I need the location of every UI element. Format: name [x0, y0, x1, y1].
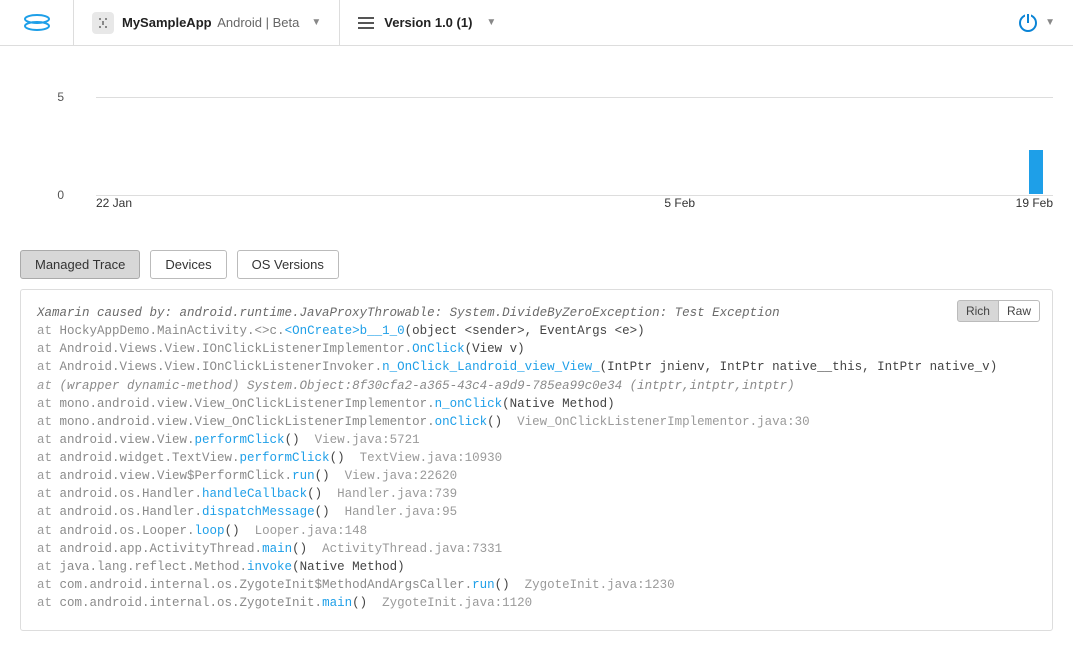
chevron-down-icon: ▼ [1045, 17, 1055, 28]
account-menu[interactable]: ▼ [1001, 14, 1073, 32]
trace-line: at (wrapper dynamic-method) System.Objec… [37, 377, 1036, 395]
crash-chart: 5 0 22 Jan 5 Feb 19 Feb [0, 46, 1073, 214]
y-tick-5: 5 [57, 90, 64, 104]
trace-line: at Android.Views.View.IOnClickListenerIm… [37, 340, 1036, 358]
brand-logo[interactable] [0, 0, 74, 45]
mode-raw-button[interactable]: Raw [998, 300, 1040, 322]
trace-line: at android.os.Handler.dispatchMessage() … [37, 503, 1036, 521]
menu-icon [358, 17, 374, 29]
x-label-0: 22 Jan [96, 196, 132, 210]
trace-line: at android.os.Looper.loop() Looper.java:… [37, 522, 1036, 540]
x-label-1: 5 Feb [664, 196, 695, 210]
app-icon [92, 12, 114, 34]
chart-bar-19feb [1029, 150, 1043, 194]
trace-mode-toggle: Rich Raw [957, 300, 1040, 322]
tab-devices[interactable]: Devices [150, 250, 226, 279]
app-selector[interactable]: MySampleApp Android | Beta ▼ [74, 0, 340, 45]
hockeyapp-logo-icon [23, 13, 51, 33]
version-selector[interactable]: Version 1.0 (1) ▼ [340, 0, 514, 45]
chevron-down-icon: ▼ [486, 17, 496, 28]
trace-line: at com.android.internal.os.ZygoteInit.ma… [37, 594, 1036, 612]
trace-line: at android.view.View$PerformClick.run() … [37, 467, 1036, 485]
mode-rich-button[interactable]: Rich [957, 300, 999, 322]
trace-line: at android.widget.TextView.performClick(… [37, 449, 1036, 467]
trace-line: at HockyAppDemo.MainActivity.<>c.<OnCrea… [37, 322, 1036, 340]
trace-line: at android.view.View.performClick() View… [37, 431, 1036, 449]
trace-tabs: Managed Trace Devices OS Versions [0, 214, 1073, 289]
app-name: MySampleApp [122, 15, 212, 30]
app-platform: Android | Beta [217, 15, 299, 30]
trace-line: at com.android.internal.os.ZygoteInit$Me… [37, 576, 1036, 594]
top-bar: MySampleApp Android | Beta ▼ Version 1.0… [0, 0, 1073, 46]
trace-line: at mono.android.view.View_OnClickListene… [37, 395, 1036, 413]
power-icon [1019, 14, 1037, 32]
trace-line: at android.app.ActivityThread.main() Act… [37, 540, 1036, 558]
trace-panel: Rich Raw Xamarin caused by: android.runt… [20, 289, 1053, 631]
chart-plot: 22 Jan 5 Feb 19 Feb [74, 84, 1053, 214]
trace-line: at Android.Views.View.IOnClickListenerIn… [37, 358, 1036, 376]
y-tick-0: 0 [57, 188, 64, 202]
stack-trace: Xamarin caused by: android.runtime.JavaP… [37, 304, 1036, 612]
trace-line: at java.lang.reflect.Method.invoke(Nativ… [37, 558, 1036, 576]
chart-y-axis: 5 0 [20, 84, 74, 214]
x-label-2: 19 Feb [1016, 196, 1053, 210]
chevron-down-icon: ▼ [311, 17, 321, 28]
tab-managed-trace[interactable]: Managed Trace [20, 250, 140, 279]
version-label: Version 1.0 (1) [384, 15, 472, 30]
trace-line: at mono.android.view.View_OnClickListene… [37, 413, 1036, 431]
tab-os-versions[interactable]: OS Versions [237, 250, 339, 279]
trace-exception-header: Xamarin caused by: android.runtime.JavaP… [37, 304, 1036, 322]
trace-line: at android.os.Handler.handleCallback() H… [37, 485, 1036, 503]
